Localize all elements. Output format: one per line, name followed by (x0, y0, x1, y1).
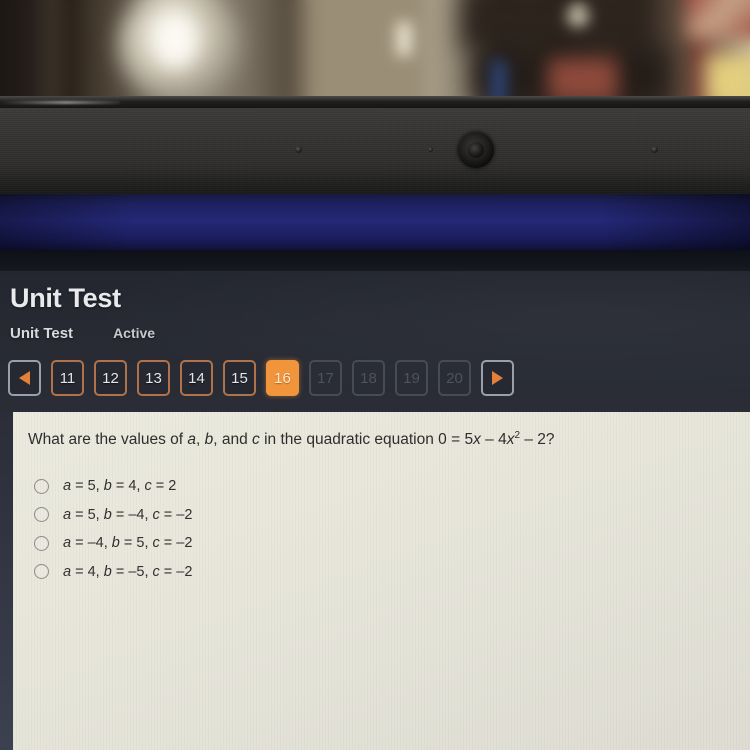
radio-button-icon[interactable] (34, 535, 49, 551)
answer-option-1[interactable]: a = 5, b = 4, c = 2 (34, 472, 192, 501)
question-middle: in the quadratic equation 0 = 5 (259, 431, 474, 449)
answer-options-list: a = 5, b = 4, c = 2 a = 5, b = –4, c = –… (34, 472, 192, 586)
radio-button-icon[interactable] (34, 564, 49, 580)
lamp-highlight (152, 12, 198, 68)
question-sep2: , and (213, 431, 253, 449)
triangle-left-icon (19, 371, 30, 385)
shelf-light (568, 6, 588, 26)
question-var-x1: x (473, 431, 481, 449)
question-pager: 11 12 13 14 15 16 17 18 19 20 (8, 360, 514, 396)
light-switch (396, 22, 412, 56)
bookshelf-upper (460, 0, 650, 50)
question-op1: – 4 (480, 431, 507, 449)
bezel-indicator-dot (651, 146, 658, 153)
status-badge: Active (113, 325, 156, 341)
pager-item-16-active[interactable]: 16 (266, 360, 299, 396)
pager-item-19: 19 (395, 360, 428, 396)
question-var-a: a (187, 431, 197, 449)
browser-chrome-band (0, 194, 750, 250)
pager-item-11[interactable]: 11 (51, 360, 84, 396)
answer-option-label: a = 4, b = –5, c = –2 (63, 563, 193, 580)
answer-option-label: a = 5, b = 4, c = 2 (63, 478, 177, 495)
answer-option-4[interactable]: a = 4, b = –5, c = –2 (34, 558, 192, 587)
pager-item-14[interactable]: 14 (180, 360, 213, 396)
pager-item-15[interactable]: 15 (223, 360, 256, 396)
question-sep1: , (196, 431, 205, 449)
panel-left-gutter (0, 412, 13, 750)
bezel-indicator-dot (295, 146, 302, 153)
question-text: What are the values of a, b, and c in th… (28, 430, 555, 449)
pager-item-13[interactable]: 13 (137, 360, 170, 396)
webcam-lens-icon (468, 142, 484, 158)
triangle-right-icon (492, 371, 503, 385)
answer-option-label: a = 5, b = –4, c = –2 (63, 506, 193, 523)
pager-item-18: 18 (352, 360, 385, 396)
laptop-bezel (0, 108, 750, 194)
pager-prev-button[interactable] (8, 360, 41, 396)
question-prefix: What are the values of (28, 431, 188, 449)
radio-button-icon[interactable] (34, 507, 49, 523)
question-var-c: c (252, 431, 260, 449)
pager-item-20: 20 (438, 360, 471, 396)
question-tail: – 2? (520, 431, 555, 449)
screenshot-root: Unit Test Unit Test Active 11 12 13 14 1… (0, 0, 750, 750)
wall-art (686, 0, 750, 38)
lamp-shade (118, 0, 242, 104)
answer-option-label: a = –4, b = 5, c = –2 (63, 535, 193, 552)
subheader-row: Unit Test Active (10, 325, 155, 342)
answer-option-3[interactable]: a = –4, b = 5, c = –2 (34, 529, 192, 558)
bezel-texture (0, 108, 750, 194)
pager-item-17: 17 (309, 360, 342, 396)
pager-next-button[interactable] (481, 360, 514, 396)
page-title: Unit Test (10, 283, 121, 313)
answer-option-2[interactable]: a = 5, b = –4, c = –2 (34, 501, 192, 530)
question-var-b: b (204, 431, 214, 449)
room-background-photo (0, 0, 750, 104)
lid-edge-highlight (0, 101, 120, 104)
subheader-label: Unit Test (10, 325, 74, 342)
wall-section (300, 0, 420, 104)
bezel-indicator-dot (428, 147, 433, 152)
radio-button-icon[interactable] (34, 478, 49, 494)
pager-item-12[interactable]: 12 (94, 360, 127, 396)
question-panel: What are the values of a, b, and c in th… (13, 412, 750, 750)
